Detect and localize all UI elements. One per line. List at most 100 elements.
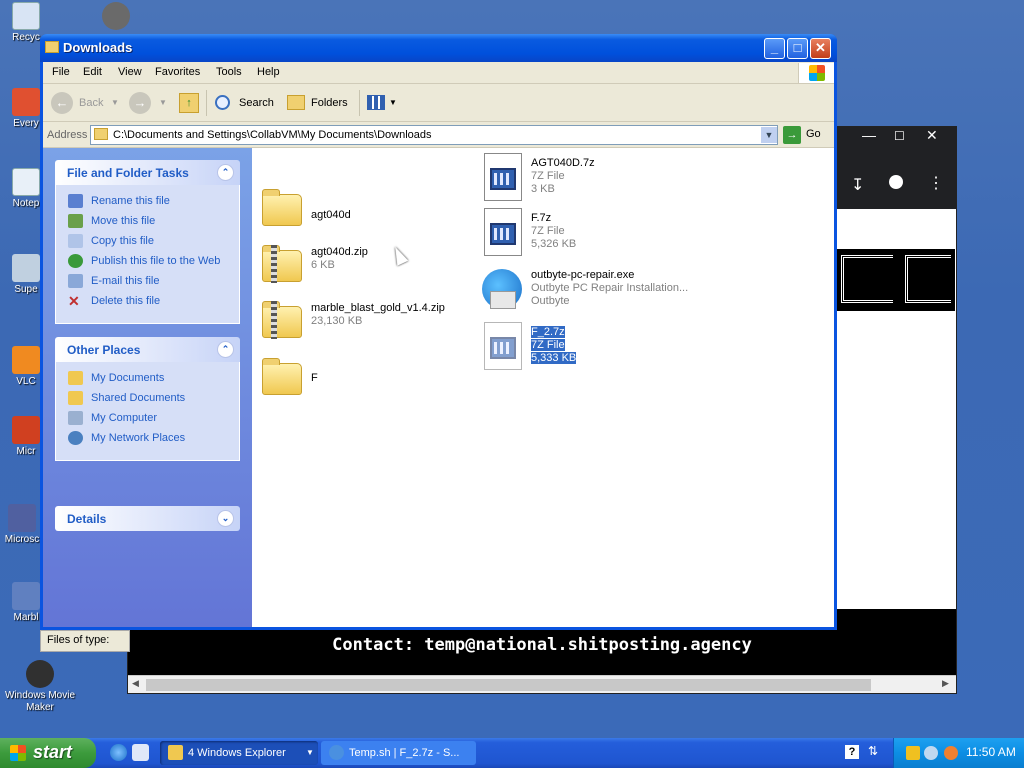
security-shield-icon[interactable] [906, 746, 920, 760]
forward-button[interactable]: → [129, 91, 159, 115]
expand-icon[interactable]: ⌄ [217, 510, 234, 527]
search-label: Search [239, 97, 274, 109]
close-button[interactable]: ✕ [810, 38, 831, 59]
task-publish[interactable]: Publish this file to the Web [68, 253, 239, 273]
globe-icon [68, 254, 83, 268]
place-my-computer[interactable]: My Computer [68, 410, 239, 430]
details-panel: Details ⌄ [55, 506, 240, 531]
download-icon[interactable]: ↧ [851, 175, 864, 195]
file-item-f-7z[interactable]: F.7z 7Z File 5,326 KB [478, 208, 693, 258]
collapse-icon[interactable]: ⌃ [217, 341, 234, 358]
file-item-agt040d-7z[interactable]: AGT040D.7z 7Z File 3 KB [478, 153, 693, 203]
taskbar-button-windows-explorer[interactable]: 4 Windows Explorer ▼ [160, 741, 318, 765]
7z-file-icon [478, 153, 524, 201]
task-pane: File and Folder Tasks ⌃ Rename this file… [43, 148, 252, 627]
task-rename[interactable]: Rename this file [68, 193, 239, 213]
language-icon[interactable]: ⇅ [868, 744, 878, 758]
page-area [833, 209, 956, 609]
menu-tools[interactable]: Tools [216, 66, 242, 78]
raccoon-app-icon[interactable] [100, 2, 132, 32]
movie-maker-icon [26, 660, 54, 688]
details-header[interactable]: Details ⌄ [55, 506, 240, 531]
other-places-panel: Other Places ⌃ My Documents Shared Docum… [55, 337, 240, 461]
windows-flag-icon [798, 63, 834, 83]
file-item-agt040d-zip[interactable]: agt040d.zip 6 KB [258, 242, 473, 292]
explorer-window[interactable]: Downloads _ □ ✕ File Edit View Favorites… [40, 34, 837, 630]
scrollbar-thumb[interactable] [146, 679, 871, 691]
files-of-type-label: Files of type: [40, 630, 130, 652]
minimize-icon[interactable]: — [862, 127, 876, 143]
menu-favorites[interactable]: Favorites [155, 66, 200, 78]
show-desktop-icon[interactable] [132, 744, 149, 761]
explorer-titlebar[interactable]: Downloads _ □ ✕ [40, 34, 837, 62]
marble-icon [12, 582, 40, 610]
file-item-agt040d[interactable]: agt040d [258, 186, 473, 236]
movie-maker-shortcut[interactable]: Windows Movie Maker [0, 660, 80, 714]
address-input[interactable]: C:\Documents and Settings\CollabVM\My Do… [90, 125, 778, 145]
task-move[interactable]: Move this file [68, 213, 239, 233]
folder-icon [168, 745, 183, 760]
office-icon [12, 416, 40, 444]
clock: 11:50 AM [966, 745, 1016, 759]
up-folder-button[interactable]: ↑ [177, 91, 203, 115]
shared-documents-icon [68, 391, 83, 405]
toolbar-separator [206, 90, 207, 116]
other-places-header[interactable]: Other Places ⌃ [55, 337, 240, 362]
rename-icon [68, 194, 83, 208]
start-button[interactable]: start [0, 738, 96, 768]
file-list-pane: agt040d AGT040D.7z 7Z File 3 KB agt040d.… [252, 148, 834, 627]
close-icon[interactable]: ✕ [926, 127, 938, 144]
email-icon [68, 274, 83, 288]
scroll-right-icon[interactable]: ▶ [942, 678, 949, 689]
search-tray-icon[interactable] [944, 746, 958, 760]
maximize-button[interactable]: □ [787, 38, 808, 59]
scroll-left-icon[interactable]: ◀ [132, 678, 139, 689]
move-icon [68, 214, 83, 228]
taskbar-button-temp-sh[interactable]: Temp.sh | F_2.7z - S... [321, 741, 476, 765]
taskbar: start 4 Windows Explorer ▼ Temp.sh | F_2… [0, 738, 1024, 768]
menu-file[interactable]: File [52, 66, 70, 78]
address-bar: Address C:\Documents and Settings\Collab… [43, 122, 834, 148]
folders-icon [287, 95, 305, 110]
help-icon[interactable]: ? [845, 745, 859, 759]
collapse-icon[interactable]: ⌃ [217, 164, 234, 181]
views-button[interactable]: ▼ [365, 91, 399, 115]
task-delete[interactable]: ✕ Delete this file [68, 293, 239, 313]
everything-icon [12, 88, 40, 116]
menu-help[interactable]: Help [257, 66, 280, 78]
minimize-button[interactable]: _ [764, 38, 785, 59]
place-my-documents[interactable]: My Documents [68, 370, 239, 390]
search-button[interactable]: Search [213, 91, 277, 115]
more-menu-icon[interactable]: ⋮ [928, 173, 944, 193]
folders-button[interactable]: Folders [285, 91, 355, 115]
task-copy[interactable]: Copy this file [68, 233, 239, 253]
file-item-f-folder[interactable]: F [258, 355, 473, 405]
file-item-marble-blast-zip[interactable]: marble_blast_gold_v1.4.zip 23,130 KB [258, 298, 473, 348]
profile-icon[interactable] [889, 175, 903, 189]
back-button[interactable]: ← Back [51, 91, 111, 115]
menu-edit[interactable]: Edit [83, 66, 102, 78]
place-my-network-places[interactable]: My Network Places [68, 430, 239, 450]
studio-shortcut[interactable]: Microsc [2, 504, 42, 545]
task-email[interactable]: E-mail this file [68, 273, 239, 293]
file-item-outbyte-exe[interactable]: outbyte-pc-repair.exe Outbyte PC Repair … [478, 265, 693, 315]
raccoon-icon [102, 2, 130, 30]
my-documents-icon [68, 371, 83, 385]
place-shared-documents[interactable]: Shared Documents [68, 390, 239, 410]
internet-explorer-icon[interactable] [110, 744, 127, 761]
forward-dropdown-icon[interactable]: ▼ [159, 98, 167, 107]
address-dropdown-icon[interactable]: ▼ [761, 127, 777, 143]
back-dropdown-icon[interactable]: ▼ [111, 98, 119, 107]
network-icon[interactable] [924, 746, 938, 760]
maximize-icon[interactable]: ☐ [894, 129, 905, 143]
file-item-f-2-7z[interactable]: F_2.7z 7Z File 5,333 KB [478, 322, 693, 372]
contact-text: Contact: temp@national.shitposting.agenc… [332, 635, 752, 655]
delete-icon: ✕ [68, 293, 80, 309]
my-computer-icon [68, 411, 83, 425]
views-dropdown-icon: ▼ [389, 98, 397, 107]
horizontal-scrollbar[interactable]: ◀ ▶ [128, 675, 956, 693]
file-folder-tasks-header[interactable]: File and Folder Tasks ⌃ [55, 160, 240, 185]
folder-icon [45, 41, 59, 53]
menu-view[interactable]: View [118, 66, 142, 78]
file-folder-tasks-list: Rename this file Move this file Copy thi… [55, 185, 240, 324]
